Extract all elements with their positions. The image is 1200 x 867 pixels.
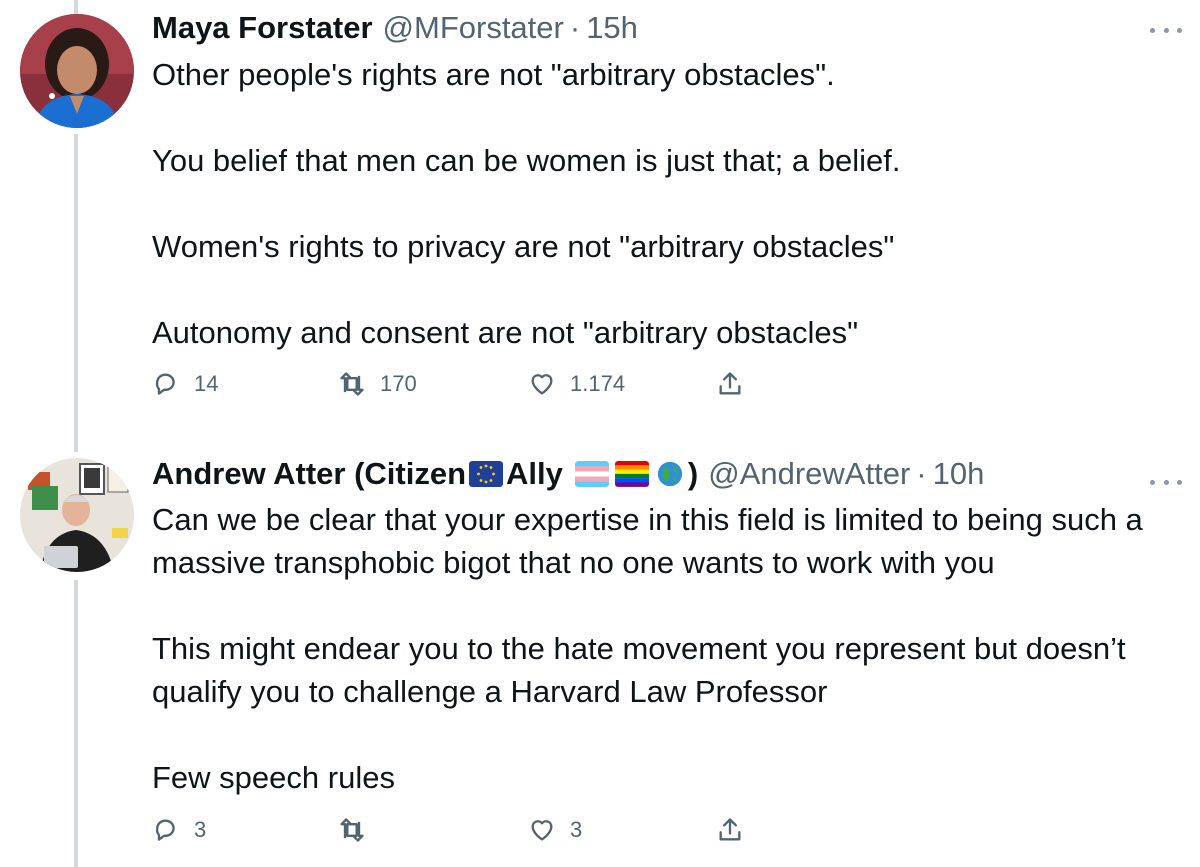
reply-count: 14	[194, 371, 219, 396]
reply-icon	[155, 819, 175, 841]
display-name-part[interactable]: Ally	[506, 454, 563, 494]
heart-icon	[531, 374, 553, 395]
user-handle[interactable]: @MForstater	[383, 8, 564, 48]
reply-count: 3	[194, 817, 207, 842]
avatar-andrew-atter[interactable]	[20, 458, 134, 572]
tweet-paragraph: You belief that men can be women is just…	[152, 143, 901, 178]
share-icon	[719, 372, 741, 395]
tweet-2-text: Can we be clear that your expertise in t…	[152, 498, 1160, 799]
separator-dot: ·	[916, 456, 927, 491]
tweet-paragraph: Autonomy and consent are not "arbitrary …	[152, 315, 859, 350]
rainbow-flag-icon	[614, 461, 649, 487]
like-button[interactable]: 3	[528, 810, 582, 850]
timestamp[interactable]: 10h	[933, 454, 985, 494]
tweet-1-text: Other people's rights are not "arbitrary…	[152, 53, 1160, 354]
eu-flag-icon	[469, 461, 504, 487]
tweet-paragraph: This might endear you to the hate moveme…	[152, 631, 1126, 709]
like-count: 3	[570, 817, 583, 842]
tweet-1-actions: 14 170 1.174	[152, 364, 772, 404]
tweet-paragraph: Other people's rights are not "arbitrary…	[152, 57, 835, 92]
share-button[interactable]	[716, 364, 744, 404]
like-button[interactable]: 1.174	[528, 364, 625, 404]
display-name-part[interactable]: Andrew Atter (Citizen	[152, 454, 466, 494]
reply-button[interactable]: 3	[152, 810, 206, 850]
user-handle[interactable]: @AndrewAtter	[708, 454, 910, 494]
share-icon	[719, 818, 741, 841]
tweet-2-header: Andrew Atter (Citizen Ally) @AndrewAtte…	[152, 454, 1160, 494]
globe-icon	[657, 461, 683, 487]
separator-dot: ·	[569, 10, 581, 45]
retweet-icon	[340, 818, 364, 842]
reply-button[interactable]: 14	[152, 364, 218, 404]
tweet-2-actions: 3 3	[152, 810, 772, 850]
timestamp[interactable]: 15h	[586, 8, 638, 48]
share-button[interactable]	[716, 810, 744, 850]
retweet-count: 170	[380, 371, 417, 396]
tweet-1[interactable]: Maya Forstater @MForstater · 15h Other p…	[0, 0, 1200, 440]
retweet-icon	[340, 372, 364, 396]
tweet-paragraph: Women's rights to privacy are not "arbit…	[152, 229, 895, 264]
tweet-2[interactable]: Andrew Atter (Citizen Ally) @AndrewAtte…	[0, 452, 1200, 867]
display-name[interactable]: Maya Forstater	[152, 8, 373, 48]
reply-icon	[155, 373, 175, 395]
tweet-1-header: Maya Forstater @MForstater · 15h	[152, 8, 1160, 48]
like-count: 1.174	[570, 371, 626, 396]
tweet-thread: Maya Forstater @MForstater · 15h Other p…	[0, 0, 1200, 867]
transgender-flag-icon	[574, 461, 609, 487]
tweet-paragraph: Can we be clear that your expertise in t…	[152, 502, 1143, 580]
retweet-button[interactable]	[338, 810, 380, 850]
heart-icon	[531, 820, 553, 841]
avatar-maya-forstater[interactable]	[20, 14, 134, 128]
display-name-part[interactable]: )	[688, 454, 698, 494]
tweet-paragraph: Few speech rules	[152, 760, 395, 795]
retweet-button[interactable]: 170	[338, 364, 417, 404]
